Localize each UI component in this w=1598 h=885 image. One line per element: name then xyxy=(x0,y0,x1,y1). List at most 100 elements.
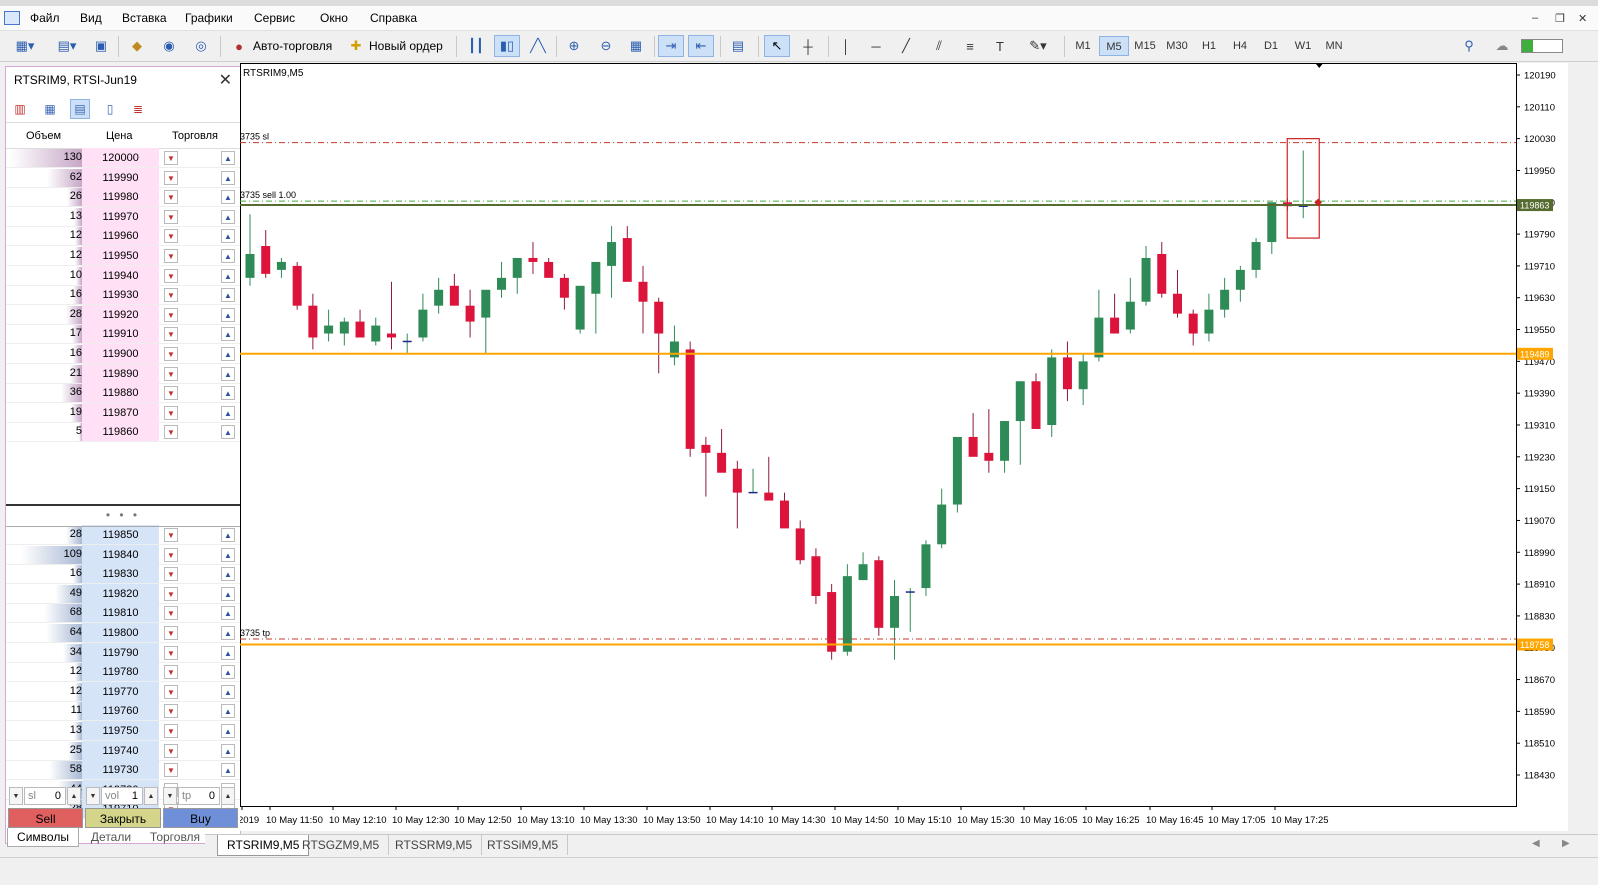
menu-help[interactable]: Справка xyxy=(370,11,417,25)
buy-limit-icon[interactable]: ▲ xyxy=(221,366,235,381)
sell-limit-icon[interactable]: ▼ xyxy=(164,645,178,660)
sell-limit-icon[interactable]: ▼ xyxy=(164,386,178,401)
sell-limit-icon[interactable]: ▼ xyxy=(164,307,178,322)
dom-center-icon[interactable]: ▯ xyxy=(100,99,120,119)
cursor-icon[interactable]: ↖ xyxy=(764,35,790,57)
row-price[interactable]: 119830 xyxy=(82,564,159,585)
crosshair-icon[interactable]: ┼ xyxy=(796,35,820,57)
sell-limit-icon[interactable]: ▼ xyxy=(164,268,178,283)
sell-limit-icon[interactable]: ▼ xyxy=(164,567,178,582)
dom-volume-icon[interactable]: ▤ xyxy=(70,99,90,119)
buy-limit-icon[interactable]: ▲ xyxy=(221,327,235,342)
buy-limit-icon[interactable]: ▲ xyxy=(221,606,235,621)
row-price[interactable]: 119930 xyxy=(82,285,159,306)
chart-shift-icon[interactable]: ⇤ xyxy=(688,35,714,57)
tile-windows-icon[interactable]: ▦ xyxy=(624,35,648,57)
row-price[interactable]: 119730 xyxy=(82,760,159,781)
terminal-icon[interactable]: ◉ xyxy=(158,35,180,57)
buy-limit-icon[interactable]: ▲ xyxy=(221,405,235,420)
sell-limit-icon[interactable]: ▼ xyxy=(164,151,178,165)
autotrading-button[interactable]: Авто-торговля xyxy=(253,39,332,53)
row-price[interactable]: 119780 xyxy=(82,662,159,683)
sell-limit-icon[interactable]: ▼ xyxy=(164,209,178,224)
tabs-prev-icon[interactable]: ◀ xyxy=(1532,838,1540,849)
buy-limit-icon[interactable]: ▲ xyxy=(221,425,235,440)
timeframe-h1[interactable]: H1 xyxy=(1194,36,1224,56)
close-icon[interactable]: ✕ xyxy=(1578,12,1587,25)
shapes-icon[interactable]: ✎▾ xyxy=(1020,35,1056,57)
tab-details[interactable]: Детали xyxy=(81,828,141,847)
row-price[interactable]: 119900 xyxy=(82,344,159,364)
row-price[interactable]: 119800 xyxy=(82,623,159,643)
buy-limit-icon[interactable]: ▲ xyxy=(221,151,235,165)
buy-limit-icon[interactable]: ▲ xyxy=(221,229,235,244)
search-icon[interactable]: ⚲ xyxy=(1458,35,1480,57)
vol-decrease-button[interactable]: ▼ xyxy=(86,787,100,805)
dom-chart-icon[interactable]: ▥ xyxy=(10,99,30,119)
tp-decrease-button[interactable]: ▼ xyxy=(163,787,177,805)
minimize-icon[interactable]: – xyxy=(1532,12,1538,24)
row-price[interactable]: 119750 xyxy=(82,721,159,741)
row-price[interactable]: 119970 xyxy=(82,206,159,227)
horizontal-line-icon[interactable]: ─ xyxy=(866,35,886,57)
buy-limit-icon[interactable]: ▲ xyxy=(221,586,235,601)
sell-limit-icon[interactable]: ▼ xyxy=(164,405,178,420)
menu-insert[interactable]: Вставка xyxy=(122,11,167,25)
timeframe-w1[interactable]: W1 xyxy=(1288,36,1318,56)
vertical-line-icon[interactable]: │ xyxy=(836,35,856,57)
buy-limit-icon[interactable]: ▲ xyxy=(221,209,235,224)
buy-limit-icon[interactable]: ▲ xyxy=(221,743,235,758)
row-price[interactable]: 119870 xyxy=(82,402,159,423)
buy-button[interactable]: Buy xyxy=(163,808,238,828)
autotrading-icon[interactable]: ● xyxy=(228,35,250,57)
tab-symbols[interactable]: Символы xyxy=(7,828,79,847)
row-price[interactable]: 119940 xyxy=(82,265,159,286)
sell-limit-icon[interactable]: ▼ xyxy=(164,249,178,263)
sell-button[interactable]: Sell xyxy=(8,808,83,828)
row-price[interactable]: 119790 xyxy=(82,642,159,663)
sell-limit-icon[interactable]: ▼ xyxy=(164,724,178,738)
vol-increase-button[interactable]: ▲ xyxy=(144,787,158,805)
row-price[interactable]: 119820 xyxy=(82,583,159,604)
row-price[interactable]: 119910 xyxy=(82,324,159,345)
buy-limit-icon[interactable]: ▲ xyxy=(221,547,235,562)
chat-icon[interactable]: ☁ xyxy=(1490,35,1514,57)
timeframe-h4[interactable]: H4 xyxy=(1225,36,1255,56)
sl-field[interactable]: sl 0 xyxy=(24,787,66,805)
restore-icon[interactable]: ❐ xyxy=(1555,12,1565,25)
zoom-out-icon[interactable]: ⊖ xyxy=(594,35,618,57)
row-price[interactable]: 119770 xyxy=(82,681,159,702)
sell-limit-icon[interactable]: ▼ xyxy=(164,347,178,361)
row-price[interactable]: 119740 xyxy=(82,740,159,761)
tp-increase-button[interactable]: ▲ xyxy=(221,787,235,805)
timeframe-m1[interactable]: M1 xyxy=(1068,36,1098,56)
buy-limit-icon[interactable]: ▲ xyxy=(221,268,235,283)
row-price[interactable]: 119920 xyxy=(82,304,159,325)
chart-canvas[interactable]: RTSRIM9,M5120190120110120030119950119870… xyxy=(240,63,1568,831)
row-price[interactable]: 119840 xyxy=(82,544,159,565)
sell-limit-icon[interactable]: ▼ xyxy=(164,170,178,185)
row-price[interactable]: 119860 xyxy=(82,422,159,443)
tp-field[interactable]: tp 0 xyxy=(178,787,220,805)
sell-limit-icon[interactable]: ▼ xyxy=(164,190,178,205)
row-price[interactable]: 119990 xyxy=(82,167,159,188)
new-order-icon[interactable]: ✚ xyxy=(346,35,366,57)
sell-limit-icon[interactable]: ▼ xyxy=(164,743,178,758)
templates-icon[interactable]: ▤ xyxy=(726,35,750,57)
sell-limit-icon[interactable]: ▼ xyxy=(164,547,178,562)
buy-limit-icon[interactable]: ▲ xyxy=(221,307,235,322)
row-price[interactable]: 119760 xyxy=(82,701,159,722)
buy-limit-icon[interactable]: ▲ xyxy=(221,386,235,401)
timeframe-m15[interactable]: M15 xyxy=(1130,36,1160,56)
autoscroll-icon[interactable]: ⇥ xyxy=(658,35,684,57)
tab-trading[interactable]: Торговля xyxy=(141,828,209,847)
buy-limit-icon[interactable]: ▲ xyxy=(221,249,235,263)
chart-tab-rtssim9[interactable]: RTSSiM9,M5 xyxy=(478,835,569,855)
row-price[interactable]: 120000 xyxy=(82,148,159,168)
buy-limit-icon[interactable]: ▲ xyxy=(221,684,235,699)
sell-limit-icon[interactable]: ▼ xyxy=(164,528,178,542)
close-position-button[interactable]: Закрыть xyxy=(85,808,161,828)
timeframe-m5[interactable]: M5 xyxy=(1099,36,1129,56)
dom-table-icon[interactable]: ▦ xyxy=(40,99,60,119)
sell-limit-icon[interactable]: ▼ xyxy=(164,704,178,719)
